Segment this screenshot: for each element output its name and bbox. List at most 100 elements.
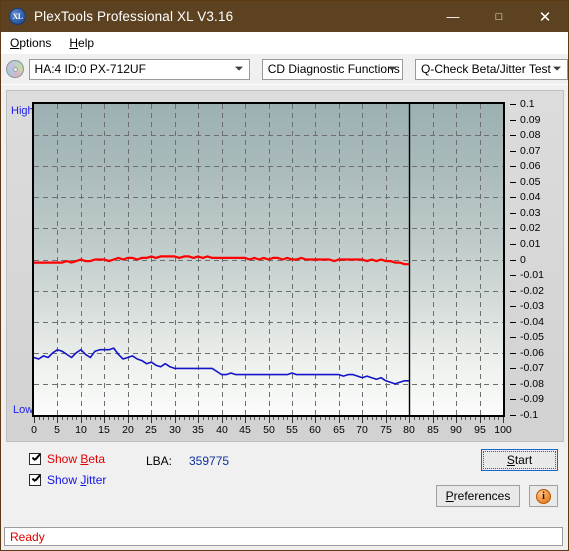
- x-tick-label: 5: [54, 424, 60, 436]
- show-jitter-label: Show Jitter: [47, 473, 107, 487]
- x-tick-major: [81, 417, 82, 423]
- x-tick-major: [386, 417, 387, 423]
- y-tick-label: 0.02: [520, 222, 541, 234]
- info-icon: i: [536, 488, 551, 504]
- x-tick-minor: [208, 417, 209, 420]
- x-tick-label: 70: [356, 424, 368, 436]
- chevron-down-icon: [552, 66, 561, 71]
- x-tick-minor: [376, 417, 377, 420]
- x-tick-minor: [278, 417, 279, 420]
- show-beta-row[interactable]: Show Beta: [29, 452, 105, 466]
- plextools-window: XL PlexTools Professional XL V3.16 — □ ✕…: [0, 0, 569, 551]
- function-select[interactable]: CD Diagnostic Functions: [261, 58, 403, 80]
- x-tick-minor: [184, 417, 185, 420]
- y-tick-mark: [510, 104, 516, 105]
- y-tick-mark: [510, 306, 516, 307]
- y-tick-label: 0.08: [520, 129, 541, 141]
- x-tick-major: [269, 417, 270, 423]
- x-tick-minor: [109, 417, 110, 420]
- x-tick-label: 90: [450, 424, 462, 436]
- minimize-button[interactable]: —: [430, 1, 476, 32]
- x-tick-major: [362, 417, 363, 423]
- x-tick-label: 25: [145, 424, 157, 436]
- x-tick-minor: [118, 417, 119, 420]
- y-tick-label: 0.03: [520, 207, 541, 219]
- selector-toolbar: HA:4 ID:0 PX-712UF CD Diagnostic Functio…: [1, 54, 568, 85]
- x-tick-major: [315, 417, 316, 423]
- plot-svg: [34, 104, 503, 415]
- maximize-button[interactable]: □: [476, 1, 522, 32]
- x-tick-minor: [381, 417, 382, 420]
- x-tick-minor: [465, 417, 466, 420]
- status-bar: Ready: [1, 525, 568, 550]
- y-tick-mark: [510, 384, 516, 385]
- info-button[interactable]: i: [529, 485, 558, 507]
- status-field: Ready: [4, 527, 563, 546]
- x-tick-label: 100: [494, 424, 512, 436]
- x-tick-minor: [320, 417, 321, 420]
- x-tick-minor: [484, 417, 485, 420]
- show-jitter-checkbox[interactable]: [29, 474, 41, 486]
- x-tick-major: [292, 417, 293, 423]
- start-button[interactable]: Start: [481, 449, 558, 471]
- x-tick-minor: [372, 417, 373, 420]
- x-tick-minor: [48, 417, 49, 420]
- x-tick-label: 20: [122, 424, 134, 436]
- x-tick-minor: [259, 417, 260, 420]
- window-title: PlexTools Professional XL V3.16: [34, 9, 234, 24]
- x-tick-major: [456, 417, 457, 423]
- y-tick-label: -0.02: [520, 285, 544, 297]
- x-tick-minor: [311, 417, 312, 420]
- x-tick-label: 0: [31, 424, 37, 436]
- app-logo-icon: XL: [9, 8, 26, 25]
- x-tick-minor: [95, 417, 96, 420]
- optical-disc-icon: [6, 60, 24, 78]
- x-tick-minor: [390, 417, 391, 420]
- x-tick-minor: [179, 417, 180, 420]
- x-tick-minor: [76, 417, 77, 420]
- show-beta-checkbox[interactable]: [29, 453, 41, 465]
- y-tick-label: -0.07: [520, 362, 544, 374]
- y-tick-mark: [510, 120, 516, 121]
- x-tick-minor: [212, 417, 213, 420]
- x-tick-minor: [419, 417, 420, 420]
- preferences-button[interactable]: Preferences: [436, 485, 520, 507]
- x-tick-minor: [334, 417, 335, 420]
- x-tick-minor: [62, 417, 63, 420]
- test-select-value: Q-Check Beta/Jitter Test: [421, 62, 551, 76]
- y-tick-mark: [510, 291, 516, 292]
- y-tick-label: -0.09: [520, 393, 544, 405]
- x-tick-minor: [193, 417, 194, 420]
- x-tick-label: 55: [286, 424, 298, 436]
- x-tick-major: [245, 417, 246, 423]
- x-tick-minor: [72, 417, 73, 420]
- x-tick-label: 65: [333, 424, 345, 436]
- status-text: Ready: [10, 529, 45, 544]
- x-tick-minor: [100, 417, 101, 420]
- x-tick-minor: [358, 417, 359, 420]
- function-select-value: CD Diagnostic Functions: [267, 62, 400, 76]
- x-tick-minor: [428, 417, 429, 420]
- x-tick-label: 75: [380, 424, 392, 436]
- y-tick-mark: [510, 353, 516, 354]
- x-tick-minor: [395, 417, 396, 420]
- x-tick-minor: [123, 417, 124, 420]
- y-tick-label: 0.1: [520, 98, 535, 110]
- x-tick-label: 85: [427, 424, 439, 436]
- x-tick-minor: [498, 417, 499, 420]
- test-select[interactable]: Q-Check Beta/Jitter Test: [415, 58, 568, 80]
- x-tick-major: [409, 417, 410, 423]
- x-tick-minor: [283, 417, 284, 420]
- close-button[interactable]: ✕: [522, 1, 568, 32]
- controls-area: Show Beta Show Jitter LBA: 359775 Start …: [6, 445, 562, 519]
- y-tick-mark: [510, 415, 516, 416]
- chevron-down-icon: [234, 66, 243, 71]
- x-tick-minor: [53, 417, 54, 420]
- menu-item-options[interactable]: Options: [1, 34, 60, 52]
- show-jitter-row[interactable]: Show Jitter: [29, 473, 106, 487]
- y-tick-mark: [510, 260, 516, 261]
- x-tick-minor: [231, 417, 232, 420]
- x-tick-major: [480, 417, 481, 423]
- drive-select[interactable]: HA:4 ID:0 PX-712UF: [28, 58, 250, 80]
- menu-item-help[interactable]: Help: [60, 34, 103, 52]
